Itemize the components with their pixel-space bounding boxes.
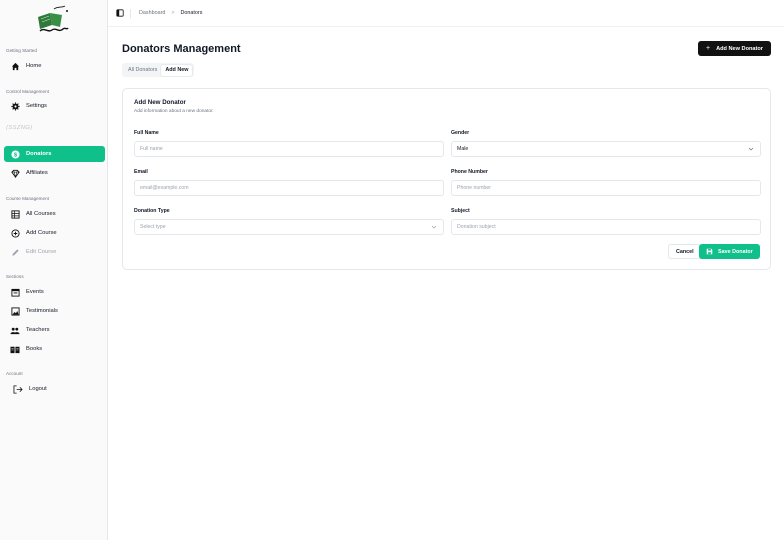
brand-logo[interactable]	[32, 3, 74, 35]
people-icon	[10, 325, 20, 335]
add-donator-card: Add New Donator Add information about a …	[122, 88, 771, 270]
calendar-icon	[10, 287, 20, 297]
image-icon	[10, 306, 20, 316]
gender-value: Male	[457, 146, 469, 152]
tab-add-new[interactable]: Add New	[161, 64, 193, 76]
sidebar-item-label: Add Course	[26, 230, 57, 236]
sidebar-item-events[interactable]: Events	[4, 284, 105, 300]
sidebar-item-label: Edit Course	[26, 249, 57, 255]
sidebar: Getting Started Home Control Management …	[0, 0, 108, 540]
card-subtitle: Add information about a new donator.	[134, 109, 214, 114]
section-account: Account	[6, 371, 23, 376]
save-donator-button[interactable]: Save Donator	[699, 244, 760, 259]
subject-label: Subject	[451, 208, 470, 214]
add-new-donator-button[interactable]: + Add New Donator	[697, 41, 771, 56]
plus-circle-icon	[10, 228, 20, 238]
section-getting-started: Getting Started	[6, 48, 37, 53]
section-control-management: Control Management	[6, 89, 49, 94]
diamond-icon	[10, 168, 20, 178]
sidebar-item-all-courses[interactable]: All Courses	[4, 206, 105, 222]
sidebar-item-label: Affiliates	[26, 170, 48, 176]
sidebar-toggle-icon[interactable]	[116, 9, 124, 17]
sidebar-item-settings[interactable]: Settings	[4, 98, 105, 114]
email-label: Email	[134, 169, 148, 175]
sidebar-item-logout[interactable]: Logout	[4, 381, 105, 397]
sidebar-item-label: Donators	[26, 151, 52, 157]
sidebar-item-label: Teachers	[26, 327, 50, 333]
sidebar-item-testimonials[interactable]: Testimonials	[4, 303, 105, 319]
chevron-down-icon	[431, 224, 437, 230]
phone-input[interactable]: Phone number	[451, 180, 761, 196]
sidebar-item-label: Books	[26, 346, 43, 352]
subject-input[interactable]: Donation subject	[451, 219, 761, 235]
sidebar-item-unlabeled[interactable]: (SSZNG)	[4, 120, 105, 136]
sidebar-item-label: Events	[26, 289, 44, 295]
donation-type-label: Donation Type	[134, 208, 170, 214]
email-input[interactable]: email@example.com	[134, 180, 444, 196]
section-course-management: Course Management	[6, 196, 49, 201]
top-bar: Dashboard > Donators	[108, 0, 784, 27]
donation-type-select[interactable]: Select type	[134, 219, 444, 235]
sidebar-item-home[interactable]: Home	[4, 58, 105, 74]
add-new-donator-label: Add New Donator	[716, 45, 763, 52]
full-name-input[interactable]: Full name	[134, 141, 444, 157]
card-title: Add New Donator	[134, 99, 186, 106]
sidebar-item-edit-course[interactable]: Edit Course	[4, 244, 105, 260]
gender-select[interactable]: Male	[451, 141, 761, 157]
section-sections: Sections	[6, 274, 24, 279]
save-icon	[706, 248, 713, 255]
book-icon	[10, 344, 20, 354]
pencil-icon	[10, 247, 20, 257]
sidebar-item-affiliates[interactable]: Affiliates	[4, 165, 105, 181]
full-name-label: Full Name	[134, 130, 159, 136]
logout-icon	[13, 384, 23, 394]
sidebar-item-label: (SSZNG)	[6, 125, 33, 131]
home-icon	[10, 61, 20, 71]
main-content: Dashboard > Donators Donators Management…	[108, 0, 784, 540]
breadcrumb: Dashboard > Donators	[139, 10, 202, 16]
sidebar-item-label: Home	[26, 63, 42, 69]
chevron-down-icon	[748, 146, 754, 152]
divider	[130, 8, 131, 18]
breadcrumb-dashboard[interactable]: Dashboard	[139, 10, 165, 16]
breadcrumb-separator: >	[171, 10, 175, 16]
plus-icon: +	[705, 45, 711, 52]
page-title: Donators Management	[122, 43, 241, 55]
dollar-icon: $	[10, 149, 20, 159]
tabs: All Donators Add New	[122, 63, 195, 77]
donation-type-placeholder: Select type	[140, 224, 166, 230]
app: Getting Started Home Control Management …	[0, 0, 784, 540]
grid-icon	[10, 209, 20, 219]
gear-icon	[10, 101, 20, 111]
gender-label: Gender	[451, 130, 470, 136]
sidebar-item-label: Logout	[29, 386, 47, 392]
tab-all-donators[interactable]: All Donators	[124, 65, 161, 76]
cancel-button[interactable]: Cancel	[668, 244, 702, 259]
breadcrumb-current: Donators	[180, 10, 203, 16]
phone-label: Phone Number	[451, 169, 488, 175]
sidebar-item-donators[interactable]: $ Donators	[4, 146, 105, 162]
sidebar-item-add-course[interactable]: Add Course	[4, 225, 105, 241]
sidebar-item-teachers[interactable]: Teachers	[4, 322, 105, 338]
sidebar-item-books[interactable]: Books	[4, 341, 105, 357]
sidebar-item-label: Testimonials	[26, 308, 58, 314]
sidebar-item-label: All Courses	[26, 211, 56, 217]
sidebar-item-label: Settings	[26, 103, 47, 109]
save-donator-label: Save Donator	[718, 248, 753, 255]
